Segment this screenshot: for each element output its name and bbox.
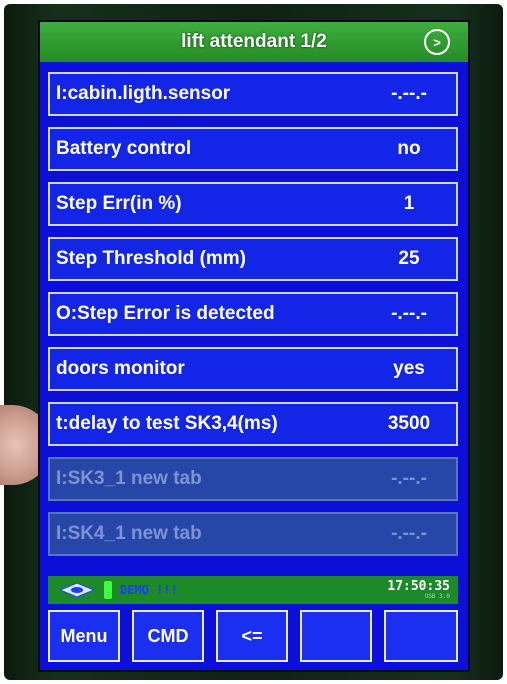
param-row-step-error-detected[interactable]: O:Step Error is detected -.--.- — [48, 292, 458, 336]
page-title: lift attendant 1/2 — [181, 31, 327, 52]
param-row-step-err[interactable]: Step Err(in %) 1 — [48, 182, 458, 226]
param-row-sk3-1-new-tab: I:SK3_1 new tab -.--.- — [48, 457, 458, 501]
param-label: Battery control — [56, 138, 192, 159]
param-label: Step Err(in %) — [56, 193, 182, 214]
param-row-step-threshold[interactable]: Step Threshold (mm) 25 — [48, 237, 458, 281]
param-value: -.--.- — [391, 303, 427, 324]
param-row-cabin-light-sensor[interactable]: I:cabin.ligth.sensor -.--.- — [48, 72, 458, 116]
param-row-battery-control[interactable]: Battery control no — [48, 127, 458, 171]
param-label: I:SK4_1 new tab — [56, 523, 202, 544]
param-value: 25 — [398, 248, 420, 269]
next-page-icon[interactable]: > — [424, 29, 450, 55]
param-label: Step Threshold (mm) — [56, 248, 247, 269]
param-value: -.--.- — [391, 468, 427, 489]
brand-logo-icon — [58, 582, 96, 598]
demo-label: DEMO !!! — [120, 583, 178, 597]
cmd-button[interactable]: CMD — [132, 610, 204, 662]
battery-icon — [104, 581, 112, 599]
param-label: I:SK3_1 new tab — [56, 468, 202, 489]
param-row-doors-monitor[interactable]: doors monitor yes — [48, 347, 458, 391]
param-label: t:delay to test SK3,4(ms) — [56, 413, 278, 434]
param-value: -.--.- — [391, 83, 427, 104]
param-value: yes — [393, 358, 425, 379]
param-label: doors monitor — [56, 358, 185, 379]
device-screen: lift attendant 1/2 > I:cabin.ligth.senso… — [38, 20, 470, 672]
param-label: O:Step Error is detected — [56, 303, 275, 324]
soft-button-5[interactable] — [384, 610, 458, 662]
back-button[interactable]: <= — [216, 610, 288, 662]
param-row-sk4-1-new-tab: I:SK4_1 new tab -.--.- — [48, 512, 458, 556]
clock-time: 17:50:35 — [387, 578, 450, 594]
menu-button[interactable]: Menu — [48, 610, 120, 662]
clock-subtext: USB 3.0 — [424, 592, 450, 600]
param-row-delay-test-sk34[interactable]: t:delay to test SK3,4(ms) 3500 — [48, 402, 458, 446]
param-label: I:cabin.ligth.sensor — [56, 83, 231, 104]
param-value: 1 — [403, 193, 415, 214]
param-value: 3500 — [387, 413, 431, 434]
param-value: -.--.- — [391, 523, 427, 544]
status-bar: DEMO !!! 17:50:35 USB 3.0 — [48, 576, 458, 604]
clock: 17:50:35 USB 3.0 — [387, 580, 450, 601]
soft-button-4[interactable] — [300, 610, 372, 662]
param-value: no — [397, 138, 421, 159]
title-bar: lift attendant 1/2 > — [40, 22, 468, 62]
